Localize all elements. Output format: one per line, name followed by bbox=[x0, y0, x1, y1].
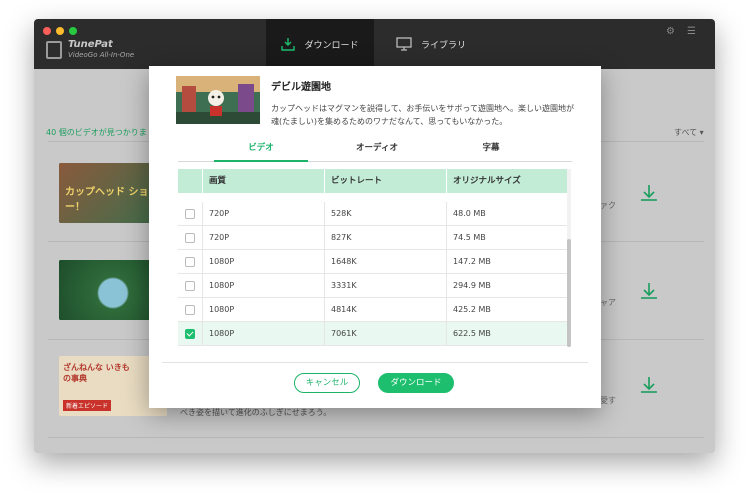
row-quality: 720P bbox=[202, 226, 327, 249]
row-quality: 1080P bbox=[202, 322, 327, 345]
menu-icon[interactable]: ☰ bbox=[687, 26, 696, 37]
header-size: オリジナルサイズ bbox=[446, 169, 570, 193]
row-checkbox[interactable] bbox=[185, 257, 195, 267]
row-download-icon[interactable] bbox=[638, 281, 660, 303]
row-right-text: 愛す bbox=[600, 396, 616, 405]
tunepat-logo-icon bbox=[46, 41, 62, 59]
download-options-dialog: デビル遊園地 カップヘッドはマグマンを説得して、お手伝いをサボって遊園地へ。楽し… bbox=[149, 66, 601, 408]
row-bitrate: 3331K bbox=[324, 274, 443, 297]
row-checkbox-checked[interactable] bbox=[185, 329, 195, 339]
tab-download-label: ダウンロード bbox=[304, 40, 359, 51]
row-right-text: ァク bbox=[600, 201, 616, 210]
thumb-title-text: ざんねんな いきもの事典 bbox=[63, 363, 130, 383]
header-quality: 画質 bbox=[202, 169, 327, 193]
row-separator bbox=[48, 437, 704, 438]
row-checkbox[interactable] bbox=[185, 281, 195, 291]
header-checkbox-column bbox=[178, 169, 202, 193]
title-bar: TunePat VideoGo All-In-One ダウンロード ライブラリ … bbox=[34, 19, 715, 69]
row-checkbox[interactable] bbox=[185, 305, 195, 315]
episode-thumbnail bbox=[176, 76, 260, 124]
media-type-tabs: ビデオ オーディオ 字幕 bbox=[178, 140, 572, 162]
row-checkbox[interactable] bbox=[185, 233, 195, 243]
row-bitrate: 7061K bbox=[324, 322, 443, 345]
table-row[interactable]: 1080P 1648K 147.2 MB bbox=[178, 250, 570, 274]
tab-audio[interactable]: オーディオ bbox=[330, 140, 424, 160]
scrollbar-thumb[interactable] bbox=[567, 239, 571, 347]
row-size: 147.2 MB bbox=[446, 250, 570, 273]
app-name: TunePat bbox=[68, 39, 113, 50]
row-bitrate: 528K bbox=[324, 202, 443, 225]
header-bitrate: ビットレート bbox=[324, 169, 443, 193]
row-checkbox[interactable] bbox=[185, 209, 195, 219]
table-scrollbar[interactable] bbox=[567, 169, 571, 347]
dialog-title: デビル遊園地 bbox=[271, 82, 331, 93]
row-quality: 1080P bbox=[202, 298, 327, 321]
app-subtitle: VideoGo All-In-One bbox=[68, 51, 135, 59]
minimize-window-button[interactable] bbox=[56, 27, 64, 35]
table-row[interactable]: 720P 827K 74.5 MB bbox=[178, 226, 570, 250]
table-row[interactable]: 720P 528K 48.0 MB bbox=[178, 202, 570, 226]
row-size: 622.5 MB bbox=[446, 322, 570, 345]
dialog-description: カップヘッドはマグマンを説得して、お手伝いをサボって遊園地へ。楽しい遊園地が魂(… bbox=[271, 104, 574, 126]
quality-table: 画質 ビットレート オリジナルサイズ 720P 528K 48.0 MB 720… bbox=[178, 169, 570, 347]
tab-subtitles[interactable]: 字幕 bbox=[444, 140, 538, 160]
cancel-button[interactable]: キャンセル bbox=[294, 373, 360, 393]
found-count-text: 40 個のビデオが見つかりま bbox=[46, 128, 147, 137]
tab-library[interactable]: ライブラリ bbox=[396, 19, 496, 69]
row-size: 425.2 MB bbox=[446, 298, 570, 321]
row-quality: 1080P bbox=[202, 274, 327, 297]
filter-label: すべて bbox=[674, 128, 698, 137]
zoom-window-button[interactable] bbox=[69, 27, 77, 35]
table-row[interactable]: 1080P 3331K 294.9 MB bbox=[178, 274, 570, 298]
row-bitrate: 4814K bbox=[324, 298, 443, 321]
row-size: 48.0 MB bbox=[446, 202, 570, 225]
row-bitrate: 827K bbox=[324, 226, 443, 249]
filter-dropdown[interactable]: すべて ▾ bbox=[674, 127, 704, 138]
settings-icon[interactable]: ⚙ bbox=[666, 26, 675, 37]
table-row[interactable]: 1080P 4814K 425.2 MB bbox=[178, 298, 570, 322]
table-row-selected[interactable]: 1080P 7061K 622.5 MB bbox=[178, 322, 570, 346]
table-header: 画質 ビットレート オリジナルサイズ bbox=[178, 169, 570, 193]
row-download-icon[interactable] bbox=[638, 375, 660, 397]
dialog-footer-divider bbox=[162, 362, 588, 363]
new-episode-badge: 新着エピソード bbox=[63, 400, 112, 411]
tab-library-label: ライブラリ bbox=[421, 40, 467, 51]
row-quality: 1080P bbox=[202, 250, 327, 273]
row-description: べき姿を描いて進化のふしぎにせまろう。 bbox=[180, 408, 332, 417]
monitor-icon bbox=[396, 37, 412, 51]
row-size: 294.9 MB bbox=[446, 274, 570, 297]
row-download-icon[interactable] bbox=[638, 183, 660, 205]
row-quality: 720P bbox=[202, 202, 327, 225]
episode-thumbnail-image bbox=[176, 76, 260, 124]
tab-download[interactable]: ダウンロード bbox=[266, 19, 374, 69]
download-icon bbox=[281, 38, 296, 51]
row-right-text: ャア bbox=[600, 298, 616, 307]
tab-video[interactable]: ビデオ bbox=[214, 140, 308, 162]
close-window-button[interactable] bbox=[43, 27, 51, 35]
row-bitrate: 1648K bbox=[324, 250, 443, 273]
row-size: 74.5 MB bbox=[446, 226, 570, 249]
download-button[interactable]: ダウンロード bbox=[378, 373, 454, 393]
